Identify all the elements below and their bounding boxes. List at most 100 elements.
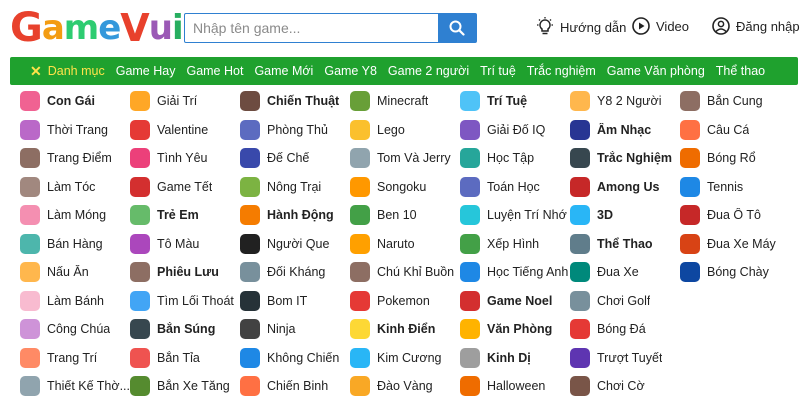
video-label: Video xyxy=(656,18,690,34)
category-link[interactable]: Đua Xe xyxy=(570,258,680,287)
category-link[interactable]: Valentine xyxy=(130,116,240,145)
category-link[interactable]: Đào Vàng xyxy=(350,372,460,400)
search-button[interactable] xyxy=(438,14,476,42)
category-link[interactable]: Lego xyxy=(350,116,460,145)
category-link[interactable]: Trang Điểm xyxy=(20,144,130,173)
category-label: Y8 2 Người xyxy=(597,94,662,109)
category-link[interactable]: Âm Nhạc xyxy=(570,116,680,145)
nav-game-hot[interactable]: Game Hot xyxy=(186,64,243,78)
category-link[interactable]: Kim Cương xyxy=(350,344,460,373)
category-link[interactable]: Giải Đố IQ xyxy=(460,116,570,145)
exit-icon xyxy=(130,290,150,311)
category-link[interactable]: Văn Phòng xyxy=(460,315,570,344)
category-link[interactable]: Đua Ô Tô xyxy=(680,201,790,230)
category-link[interactable]: Bắn Xe Tăng xyxy=(130,372,240,400)
category-link[interactable]: Phiêu Lưu xyxy=(130,258,240,287)
classic-icon xyxy=(350,319,370,340)
category-link[interactable]: Pokemon xyxy=(350,287,460,316)
category-link[interactable]: Bóng Rổ xyxy=(680,144,790,173)
category-label: Among Us xyxy=(597,179,660,194)
category-link[interactable]: Làm Tóc xyxy=(20,173,130,202)
category-link[interactable]: Halloween xyxy=(460,372,570,400)
category-link[interactable]: Con Gái xyxy=(20,87,130,116)
category-link[interactable]: Đua Xe Máy xyxy=(680,230,790,259)
category-link[interactable]: Giải Trí xyxy=(130,87,240,116)
nav-trac-nghiem[interactable]: Trắc nghiệm xyxy=(527,64,596,78)
category-link[interactable]: Đối Kháng xyxy=(240,258,350,287)
category-link[interactable]: Tìm Lối Thoát xyxy=(130,287,240,316)
category-link[interactable]: Kinh Dị xyxy=(460,344,570,373)
category-link[interactable]: Chiến Thuật xyxy=(240,87,350,116)
category-link[interactable]: Công Chúa xyxy=(20,315,130,344)
category-link[interactable]: Trí Tuệ xyxy=(460,87,570,116)
category-link[interactable]: Minecraft xyxy=(350,87,460,116)
category-label: Thời Trang xyxy=(47,122,108,137)
category-link[interactable]: Bóng Chày xyxy=(680,258,790,287)
close-icon[interactable]: ✕ xyxy=(30,63,42,80)
category-link[interactable]: Nông Trại xyxy=(240,173,350,202)
category-link[interactable]: Bóng Đá xyxy=(570,315,680,344)
login-link[interactable]: Đăng nhập xyxy=(712,17,800,35)
category-link[interactable]: Tô Màu xyxy=(130,230,240,259)
empty-cell xyxy=(680,372,790,400)
category-link[interactable]: Chơi Golf xyxy=(570,287,680,316)
category-link[interactable]: Kinh Điển xyxy=(350,315,460,344)
search-input[interactable] xyxy=(185,14,438,42)
category-link[interactable]: Trẻ Em xyxy=(130,201,240,230)
category-link[interactable]: Làm Móng xyxy=(20,201,130,230)
category-link[interactable]: Tom Và Jerry xyxy=(350,144,460,173)
category-link[interactable]: Bắn Súng xyxy=(130,315,240,344)
category-link[interactable]: Chơi Cờ xyxy=(570,372,680,400)
category-link[interactable]: Chú Khỉ Buồn xyxy=(350,258,460,287)
category-link[interactable]: Tennis xyxy=(680,173,790,202)
category-link[interactable]: Thiết Kế Thờ... xyxy=(20,372,130,400)
category-link[interactable]: Bắn Cung xyxy=(680,87,790,116)
category-link[interactable]: Among Us xyxy=(570,173,680,202)
category-link[interactable]: Nấu Ăn xyxy=(20,258,130,287)
gamevui-logo[interactable]: GameVui xyxy=(10,5,184,51)
nav-game-moi[interactable]: Game Mới xyxy=(254,64,313,78)
guide-link[interactable]: Hướng dẫn xyxy=(536,17,626,37)
category-link[interactable]: Ben 10 xyxy=(350,201,460,230)
category-link[interactable]: Hành Động xyxy=(240,201,350,230)
nav-game-2-nguoi[interactable]: Game 2 người xyxy=(388,64,469,78)
category-link[interactable]: Bắn Tỉa xyxy=(130,344,240,373)
category-link[interactable]: Chiến Binh xyxy=(240,372,350,400)
category-link[interactable]: Tình Yêu xyxy=(130,144,240,173)
category-link[interactable]: Trang Trí xyxy=(20,344,130,373)
category-link[interactable]: Làm Bánh xyxy=(20,287,130,316)
category-link[interactable]: Trắc Nghiệm xyxy=(570,144,680,173)
nav-game-y8[interactable]: Game Y8 xyxy=(324,64,377,78)
category-link[interactable]: Bán Hàng xyxy=(20,230,130,259)
category-link[interactable]: Luyện Trí Nhớ xyxy=(460,201,570,230)
nav-game-van-phong[interactable]: Game Văn phòng xyxy=(607,64,705,78)
category-link[interactable]: Trượt Tuyết xyxy=(570,344,680,373)
category-link[interactable]: Game Tết xyxy=(130,173,240,202)
category-link[interactable]: Thể Thao xyxy=(570,230,680,259)
category-menu-toggle[interactable]: Danh mục xyxy=(48,64,105,78)
english-icon xyxy=(460,262,480,283)
category-link[interactable]: Toán Học xyxy=(460,173,570,202)
category-link[interactable]: Naruto xyxy=(350,230,460,259)
category-link[interactable]: Học Tiếng Anh xyxy=(460,258,570,287)
category-link[interactable]: Y8 2 Người xyxy=(570,87,680,116)
category-link[interactable]: Phòng Thủ xyxy=(240,116,350,145)
category-label: Trang Trí xyxy=(47,350,98,365)
category-link[interactable]: Bom IT xyxy=(240,287,350,316)
category-link[interactable]: Học Tập xyxy=(460,144,570,173)
category-link[interactable]: Songoku xyxy=(350,173,460,202)
category-link[interactable]: 3D xyxy=(570,201,680,230)
category-link[interactable]: Thời Trang xyxy=(20,116,130,145)
category-link[interactable]: Đế Chế xyxy=(240,144,350,173)
nav-tri-tue[interactable]: Trí tuệ xyxy=(480,64,516,78)
category-link[interactable]: Câu Cá xyxy=(680,116,790,145)
video-link[interactable]: Video xyxy=(632,17,689,35)
category-link[interactable]: Xếp Hình xyxy=(460,230,570,259)
category-link[interactable]: Game Noel xyxy=(460,287,570,316)
nav-the-thao[interactable]: Thể thao xyxy=(716,64,765,78)
category-link[interactable]: Ninja xyxy=(240,315,350,344)
category-link[interactable]: Không Chiến xyxy=(240,344,350,373)
category-link[interactable]: Người Que xyxy=(240,230,350,259)
basketball-icon xyxy=(680,148,700,169)
nav-game-hay[interactable]: Game Hay xyxy=(116,64,176,78)
